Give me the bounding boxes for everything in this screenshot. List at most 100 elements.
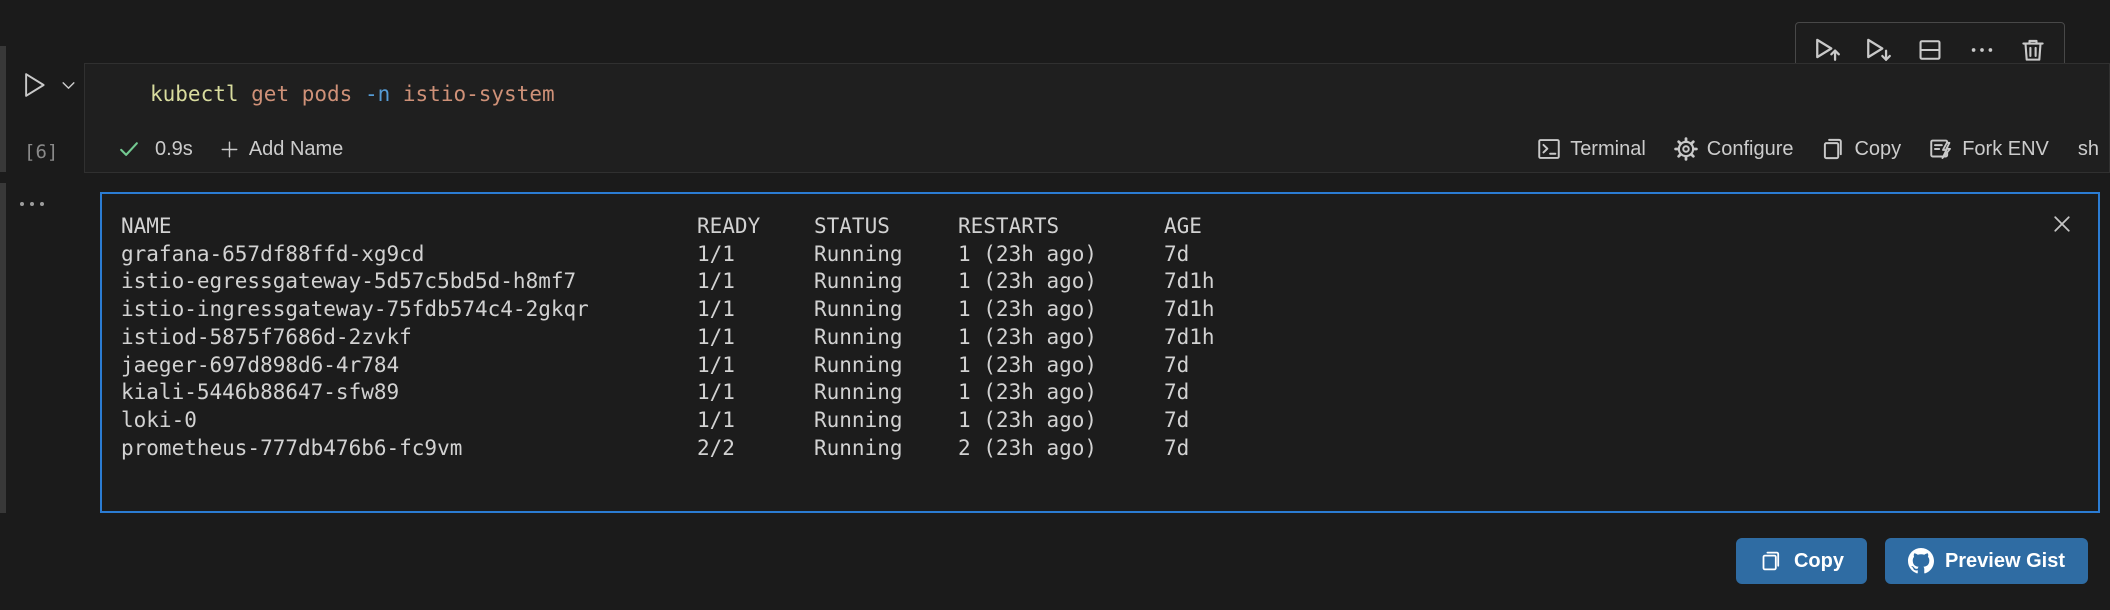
- pod-ready: 1/1: [697, 380, 735, 405]
- terminal-label: Terminal: [1570, 137, 1646, 160]
- pod-restarts: 1 (23h ago): [958, 269, 1098, 294]
- configure-label: Configure: [1706, 137, 1794, 160]
- pod-ready: 1/1: [697, 407, 735, 432]
- pod-age: 7d1h: [1164, 297, 1215, 322]
- add-name-button[interactable]: Add Name: [219, 137, 344, 161]
- chevron-down-icon[interactable]: [60, 77, 77, 94]
- success-check-icon: [120, 142, 138, 156]
- code-token: -n: [364, 82, 391, 106]
- pod-restarts: 2 (23h ago): [958, 435, 1098, 460]
- pod-ready: 2/2: [697, 435, 735, 460]
- pod-ready: 1/1: [697, 324, 735, 349]
- output-focus-bar: [0, 183, 6, 513]
- table-row: loki-0 1/1 Running 1 (23h ago) 7d: [121, 407, 2028, 435]
- pod-status: Running: [814, 380, 903, 405]
- fork-env-label: Fork ENV: [1962, 137, 2049, 160]
- pod-age: 7d: [1164, 241, 1190, 266]
- trash-icon: [2022, 39, 2044, 61]
- pod-restarts: 1 (23h ago): [958, 297, 1098, 322]
- pod-ready: 1/1: [697, 269, 735, 294]
- table-row: kiali-5446b88647-sfw89 1/1 Running 1 (23h a…: [121, 379, 2028, 407]
- execution-duration: 0.9s: [155, 137, 193, 160]
- ellipsis-icon: [20, 202, 44, 206]
- pod-restarts: 1 (23h ago): [958, 380, 1098, 405]
- table-row: istiod-5875f7686d-2zvkf 1/1 Running 1 (23h …: [121, 324, 2028, 352]
- pod-restarts: 1 (23h ago): [958, 407, 1098, 432]
- col-header-age: AGE: [1164, 214, 1202, 238]
- code-token: get pods: [238, 82, 365, 106]
- col-header-name: NAME: [121, 214, 172, 238]
- pod-name: istio-ingressgateway-75fdb574c4-2gkqr: [121, 297, 589, 322]
- copy-output-label: Copy: [1793, 549, 1844, 572]
- status-right: Terminal Configure Copy Fork ENV sh: [1536, 136, 2099, 162]
- cell-output: NAME READY STATUS RESTARTS AGE grafana-6…: [100, 192, 2100, 513]
- pods-table: NAME READY STATUS RESTARTS AGE grafana-6…: [121, 213, 2028, 462]
- pod-name: prometheus-777db476b6-fc9vm: [121, 435, 463, 460]
- pod-name: istiod-5875f7686d-2zvkf: [121, 324, 412, 349]
- copy-icon: [1824, 138, 1843, 160]
- preview-gist-button[interactable]: Preview Gist: [1884, 538, 2088, 584]
- pod-name: grafana-657df88ffd-xg9cd: [121, 241, 425, 266]
- table-header-row: NAME READY STATUS RESTARTS AGE: [121, 213, 2028, 241]
- pod-age: 7d1h: [1164, 269, 1215, 294]
- gear-icon: [1673, 137, 1698, 161]
- plus-icon: [221, 141, 238, 157]
- status-left: 0.9s Add Name: [117, 137, 343, 161]
- pod-status: Running: [814, 435, 903, 460]
- pod-restarts: 1 (23h ago): [958, 352, 1098, 377]
- table-row: jaeger-697d898d6-4r784 1/1 Running 1 (23h a…: [121, 352, 2028, 380]
- pod-status: Running: [814, 324, 903, 349]
- output-footer-actions: Copy Preview Gist: [1735, 538, 2088, 584]
- fork-env-button[interactable]: Fork ENV: [1928, 136, 2049, 162]
- language-mode-label[interactable]: sh: [2078, 138, 2099, 161]
- copy-icon: [1762, 551, 1780, 571]
- pod-age: 7d: [1164, 352, 1190, 377]
- run-cell-button[interactable]: [20, 70, 77, 100]
- close-output-button[interactable]: [2048, 210, 2076, 238]
- terminal-icon: [1538, 139, 1560, 159]
- split-cell-icon: [1919, 40, 1941, 60]
- github-icon: [1907, 548, 1934, 574]
- pod-name: jaeger-697d898d6-4r784: [121, 352, 400, 377]
- pod-restarts: 1 (23h ago): [958, 241, 1098, 266]
- pod-restarts: 1 (23h ago): [958, 324, 1098, 349]
- col-header-restarts: RESTARTS: [958, 214, 1060, 238]
- cell-status-bar: 0.9s Add Name Terminal Configure Copy Fo…: [85, 126, 2109, 172]
- copy-cell-button[interactable]: Copy: [1820, 136, 1901, 162]
- pod-age: 7d: [1164, 407, 1190, 432]
- cell-focus-bar: [0, 46, 6, 172]
- pod-age: 7d1h: [1164, 324, 1215, 349]
- pod-status: Running: [814, 297, 903, 322]
- table-row: grafana-657df88ffd-xg9cd 1/1 Running 1 (23h…: [121, 241, 2028, 269]
- pod-status: Running: [814, 407, 903, 432]
- configure-button[interactable]: Configure: [1673, 136, 1794, 162]
- pod-ready: 1/1: [697, 352, 735, 377]
- close-icon: [2054, 216, 2070, 232]
- table-row: istio-ingressgateway-75fdb574c4-2gkqr 1/1…: [121, 296, 2028, 324]
- execute-below-icon: [1867, 38, 1892, 61]
- table-row: prometheus-777db476b6-fc9vm 2/2 Running 2 (…: [121, 435, 2028, 463]
- pod-status: Running: [814, 269, 903, 294]
- play-icon: [25, 73, 45, 97]
- add-name-label: Add Name: [248, 137, 344, 160]
- pod-status: Running: [814, 241, 903, 266]
- col-header-status: STATUS: [814, 214, 890, 238]
- output-menu-button[interactable]: [14, 194, 50, 214]
- terminal-button[interactable]: Terminal: [1536, 136, 1646, 162]
- ellipsis-icon: [1971, 48, 1992, 52]
- notebook-cell-region: [6] kubectl get pods -n istio-system 0.9…: [0, 0, 2110, 610]
- pod-status: Running: [814, 352, 903, 377]
- pod-ready: 1/1: [697, 297, 735, 322]
- fork-env-icon: [1930, 139, 1952, 159]
- copy-output-button[interactable]: Copy: [1735, 538, 1867, 584]
- pod-name: istio-egressgateway-5d57c5bd5d-h8mf7: [121, 269, 577, 294]
- pod-name: loki-0: [121, 407, 197, 432]
- pod-ready: 1/1: [697, 241, 735, 266]
- table-row: istio-egressgateway-5d57c5bd5d-h8mf7 1/1 R…: [121, 268, 2028, 296]
- pod-age: 7d: [1164, 435, 1190, 460]
- pod-name: kiali-5446b88647-sfw89: [121, 380, 400, 405]
- execute-above-icon: [1815, 38, 1840, 61]
- code-cell: kubectl get pods -n istio-system 0.9s Ad…: [84, 63, 2110, 173]
- pod-age: 7d: [1164, 380, 1190, 405]
- code-line[interactable]: kubectl get pods -n istio-system: [150, 82, 555, 106]
